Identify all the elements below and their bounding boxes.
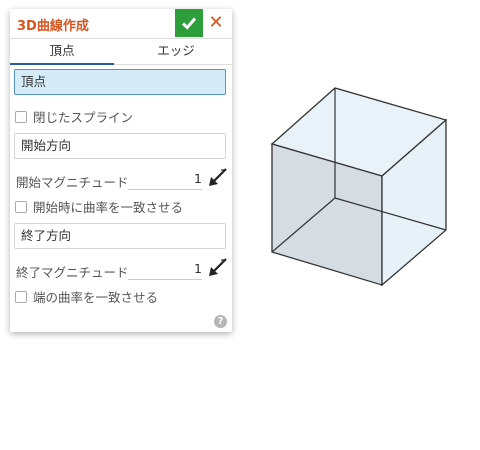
closed-spline-checkbox[interactable]: 閉じたスプライン xyxy=(15,107,133,126)
tab-edges[interactable]: エッジ xyxy=(120,39,232,63)
direction-arrow-icon[interactable] xyxy=(206,257,228,279)
ok-button[interactable] xyxy=(175,9,203,37)
end-direction-field[interactable]: 終了方向 xyxy=(14,223,226,249)
cancel-button[interactable]: ✕ xyxy=(206,13,226,33)
check-icon xyxy=(181,17,197,30)
start-direction-field[interactable]: 開始方向 xyxy=(14,133,226,159)
end-magnitude-input[interactable]: 1 xyxy=(128,261,202,280)
end-magnitude-label: 終了マグニチュード xyxy=(16,265,129,280)
vertices-field[interactable]: 頂点 xyxy=(14,69,226,95)
tab-vertices[interactable]: 頂点 xyxy=(10,39,114,65)
direction-arrow-icon[interactable] xyxy=(206,167,228,189)
help-icon[interactable]: ? xyxy=(214,315,227,328)
close-icon: ✕ xyxy=(208,12,224,33)
match-curvature-end-checkbox[interactable]: 端の曲率を一致させる xyxy=(15,287,158,306)
checkbox-box[interactable] xyxy=(15,200,27,213)
curve-dialog: 3D曲線作成 ✕ 頂点 エッジ 頂点 閉じたスプライン 開始方向 開始マグニチュ… xyxy=(10,9,232,332)
tab-bar: 頂点 エッジ xyxy=(10,39,232,65)
dialog-title: 3D曲線作成 xyxy=(17,19,89,34)
checkbox-box[interactable] xyxy=(15,290,27,303)
match-curvature-start-label: 開始時に曲率を一致させる xyxy=(33,200,184,215)
match-curvature-start-checkbox[interactable]: 開始時に曲率を一致させる xyxy=(15,197,183,216)
cube-model xyxy=(270,87,448,287)
checkbox-box[interactable] xyxy=(15,110,27,123)
start-magnitude-label: 開始マグニチュード xyxy=(16,175,129,190)
match-curvature-end-label: 端の曲率を一致させる xyxy=(33,290,159,305)
dialog-header: 3D曲線作成 ✕ xyxy=(10,9,232,39)
start-magnitude-input[interactable]: 1 xyxy=(128,171,202,190)
closed-spline-label: 閉じたスプライン xyxy=(33,110,134,125)
